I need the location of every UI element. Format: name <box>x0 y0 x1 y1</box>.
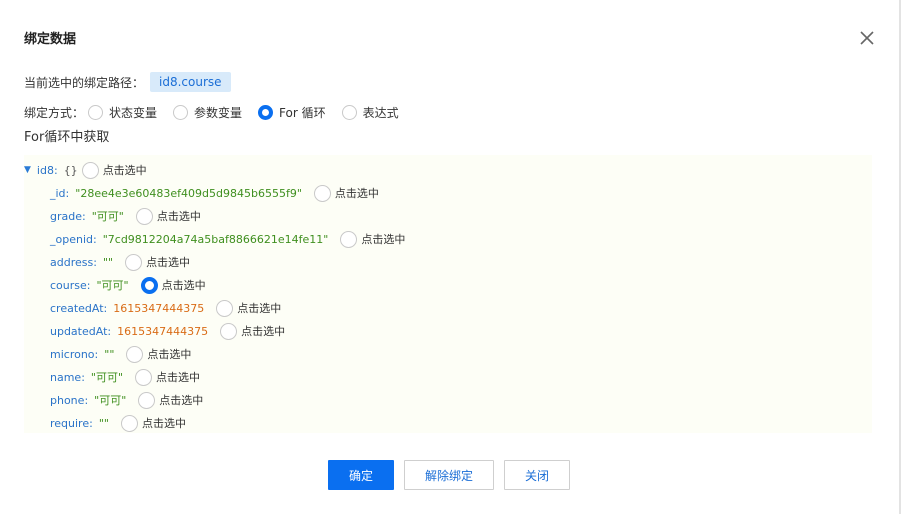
tree-key: grade <box>50 209 82 223</box>
pick-radio-option[interactable]: 点击选中 <box>126 345 192 363</box>
pick-radio[interactable] <box>220 322 238 340</box>
tree-value: "28ee4e3e60483ef409d5d9845b6555f9" <box>75 186 302 200</box>
tree-key: name <box>50 370 82 384</box>
tree-value: "7cd9812204a74a5baf8866621e14fe11" <box>102 232 329 246</box>
tree-value: "可可" <box>96 279 129 292</box>
pick-radio-option[interactable]: 点击选中 <box>140 276 206 294</box>
pick-radio-option[interactable]: 点击选中 <box>135 207 201 225</box>
tree-value: 1615347444375 <box>117 324 209 338</box>
close-icon[interactable] <box>858 29 876 47</box>
dialog-title: 绑定数据 <box>24 32 77 47</box>
close-button[interactable]: 关闭 <box>504 460 570 490</box>
pick-radio-option[interactable]: 点击选中 <box>135 368 201 386</box>
tree-row: microno: "" 点击选中 <box>50 345 192 363</box>
pick-radio[interactable] <box>138 391 156 409</box>
tree-value: "可可" <box>90 371 124 384</box>
unbind-button[interactable]: 解除绑定 <box>404 460 494 490</box>
tree-row: createdAt: 1615347444375 点击选中 <box>50 299 282 317</box>
mode-radio[interactable] <box>173 104 189 120</box>
pick-label: 点击选中 <box>159 394 204 407</box>
pick-label: 点击选中 <box>161 279 206 292</box>
tree-value: "" <box>98 416 109 430</box>
tree-row: name: "可可" 点击选中 <box>50 368 201 386</box>
tree-key: id8 <box>36 163 54 177</box>
binding-path-tag: id8.course <box>150 72 231 92</box>
caret-down-icon[interactable]: ▼ <box>24 165 31 175</box>
pick-radio-option[interactable]: 点击选中 <box>220 322 286 340</box>
pick-label: 点击选中 <box>241 325 286 338</box>
mode-option-for-loop[interactable]: For 循环 <box>258 104 326 121</box>
pick-label: 点击选中 <box>146 256 191 269</box>
mode-radio[interactable] <box>341 104 357 120</box>
pick-radio-option[interactable]: 点击选中 <box>340 230 406 248</box>
tree-row: updatedAt: 1615347444375 点击选中 <box>50 322 286 340</box>
pick-radio[interactable] <box>135 207 153 225</box>
pick-radio-option[interactable]: 点击选中 <box>125 253 191 271</box>
pick-radio[interactable] <box>313 184 331 202</box>
pick-label: 点击选中 <box>141 417 186 430</box>
data-tree: ▼ id8: {} 点击选中 _id: "28ee4e3e60483ef409d… <box>24 155 872 433</box>
mode-option-label: 状态变量 <box>109 105 158 120</box>
mode-option-label: For 循环 <box>279 105 326 120</box>
tree-row: _id: "28ee4e3e60483ef409d5d9845b6555f9" … <box>50 184 379 202</box>
tree-key: course <box>50 278 87 292</box>
tree-value: "" <box>102 255 114 269</box>
pick-radio[interactable] <box>135 368 153 386</box>
tree-root-row: ▼ id8: {} 点击选中 <box>24 161 147 179</box>
pick-radio[interactable] <box>140 276 158 294</box>
mode-option-label: 表达式 <box>362 105 399 120</box>
tree-key: require <box>50 416 90 430</box>
binding-mode-label: 绑定方式： <box>24 105 85 120</box>
tree-row: require: "" 点击选中 <box>50 414 186 432</box>
tree-value: "可可" <box>94 394 127 407</box>
tree-row: grade: "可可" 点击选中 <box>50 207 201 225</box>
tree-key: updatedAt <box>50 324 108 338</box>
section-label: For循环中获取 <box>24 130 110 145</box>
pick-radio[interactable] <box>125 253 143 271</box>
confirm-button[interactable]: 确定 <box>328 460 394 490</box>
pick-label: 点击选中 <box>334 187 379 200</box>
pick-radio[interactable] <box>126 345 144 363</box>
pick-label: 点击选中 <box>147 348 192 361</box>
mode-option-label: 参数变量 <box>194 105 243 120</box>
mode-radio[interactable] <box>88 104 104 120</box>
tree-key: address <box>50 255 94 269</box>
mode-option-param-variable[interactable]: 参数变量 <box>173 104 242 121</box>
binding-mode-group: 绑定方式： 状态变量 参数变量 For 循环 表达式 <box>24 102 415 122</box>
tree-row: address: "" 点击选中 <box>50 253 191 271</box>
pick-label: 点击选中 <box>237 302 282 315</box>
pick-label: 点击选中 <box>102 164 147 177</box>
pick-radio[interactable] <box>120 414 138 432</box>
pick-radio-option[interactable]: 点击选中 <box>81 161 147 179</box>
tree-key: microno <box>50 347 95 361</box>
pick-radio-option[interactable]: 点击选中 <box>138 391 204 409</box>
tree-row: _openid: "7cd9812204a74a5baf8866621e14fe… <box>50 230 406 248</box>
pick-radio-option[interactable]: 点击选中 <box>120 414 186 432</box>
mode-option-state-variable[interactable]: 状态变量 <box>88 104 157 121</box>
pick-radio-option[interactable]: 点击选中 <box>216 299 282 317</box>
binding-path-row: 当前选中的绑定路径： id8.course <box>24 72 231 92</box>
tree-row: phone: "可可" 点击选中 <box>50 391 204 409</box>
tree-key: phone <box>50 393 85 407</box>
tree-value: 1615347444375 <box>113 301 205 315</box>
mode-radio[interactable] <box>258 104 274 120</box>
pick-radio-option[interactable]: 点击选中 <box>313 184 379 202</box>
tree-value: "可可" <box>91 210 124 223</box>
tree-value: "" <box>104 347 115 361</box>
pick-label: 点击选中 <box>156 371 201 384</box>
pick-label: 点击选中 <box>361 233 406 246</box>
mode-option-expression[interactable]: 表达式 <box>341 104 399 121</box>
pick-radio[interactable] <box>216 299 234 317</box>
tree-key: _id <box>50 186 66 200</box>
pick-radio[interactable] <box>340 230 358 248</box>
tree-key: _openid <box>50 232 93 246</box>
tree-key: createdAt <box>50 301 104 315</box>
pick-label: 点击选中 <box>156 210 201 223</box>
tree-value: {} <box>63 163 78 177</box>
tree-row: course: "可可" 点击选中 <box>50 276 206 294</box>
pick-radio[interactable] <box>81 161 99 179</box>
binding-path-label: 当前选中的绑定路径： <box>24 75 145 90</box>
